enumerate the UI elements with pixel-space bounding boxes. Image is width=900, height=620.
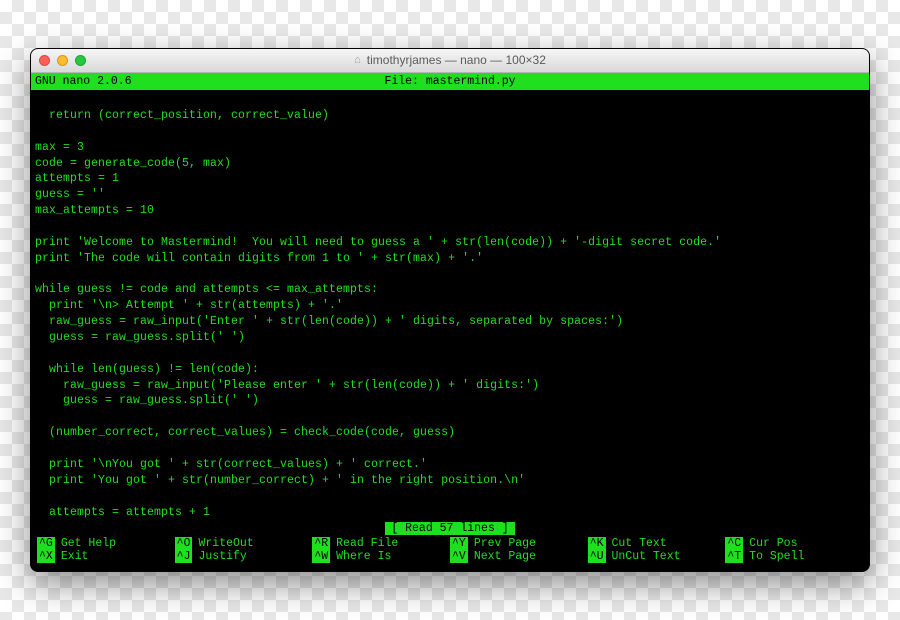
titlebar: ⌂ timothyrjames — nano — 100×32 [31,49,869,73]
nano-version: GNU nano 2.0.6 [35,74,312,90]
minimize-icon[interactable] [57,55,68,66]
shortcut-key: ^R [312,537,330,550]
shortcut-get-help[interactable]: ^G Get Help [37,537,175,550]
shortcut-exit[interactable]: ^X Exit [37,550,175,563]
shortcut-prev-page[interactable]: ^Y Prev Page [450,537,588,550]
shortcut-justify[interactable]: ^J Justify [175,550,313,563]
shortcut-bar: ^G Get Help ^O WriteOut ^R Read File ^Y … [31,535,869,571]
shortcut-key: ^G [37,537,55,550]
nano-header-right [588,74,865,90]
shortcut-to-spell[interactable]: ^T To Spell [725,550,863,563]
home-icon: ⌂ [354,54,361,66]
nano-file-label: File: mastermind.py [312,74,589,90]
status-badge: [ Read 57 lines ] [385,522,514,535]
shortcut-label: WriteOut [198,537,253,550]
shortcut-writeout[interactable]: ^O WriteOut [175,537,313,550]
terminal-body[interactable]: GNU nano 2.0.6 File: mastermind.py retur… [31,73,869,572]
status-row: [ Read 57 lines ] [31,522,869,535]
editor-content[interactable]: return (correct_position, correct_value)… [31,90,869,522]
shortcut-label: To Spell [749,550,804,563]
shortcut-label: Exit [61,550,89,563]
shortcut-label: Read File [336,537,398,550]
shortcut-key: ^W [312,550,330,563]
shortcut-label: Prev Page [474,537,536,550]
shortcut-label: Cur Pos [749,537,797,550]
shortcut-label: Where Is [336,550,391,563]
shortcut-row-1: ^G Get Help ^O WriteOut ^R Read File ^Y … [37,537,863,550]
shortcut-key: ^J [175,550,193,563]
shortcut-label: Next Page [474,550,536,563]
shortcut-cut-text[interactable]: ^K Cut Text [588,537,726,550]
shortcut-key: ^V [450,550,468,563]
shortcut-label: Get Help [61,537,116,550]
shortcut-key: ^T [725,550,743,563]
shortcut-where-is[interactable]: ^W Where Is [312,550,450,563]
nano-header: GNU nano 2.0.6 File: mastermind.py [31,73,869,91]
shortcut-key: ^Y [450,537,468,550]
shortcut-label: Justify [198,550,246,563]
window-title-text: timothyrjames — nano — 100×32 [367,53,546,67]
shortcut-uncut-text[interactable]: ^U UnCut Text [588,550,726,563]
shortcut-read-file[interactable]: ^R Read File [312,537,450,550]
shortcut-key: ^O [175,537,193,550]
shortcut-row-2: ^X Exit ^J Justify ^W Where Is ^V Next P… [37,550,863,563]
shortcut-label: Cut Text [612,537,667,550]
terminal-window: ⌂ timothyrjames — nano — 100×32 GNU nano… [30,48,870,573]
zoom-icon[interactable] [75,55,86,66]
close-icon[interactable] [39,55,50,66]
shortcut-key: ^K [588,537,606,550]
shortcut-key: ^U [588,550,606,563]
shortcut-key: ^C [725,537,743,550]
shortcut-label: UnCut Text [612,550,681,563]
shortcut-cur-pos[interactable]: ^C Cur Pos [725,537,863,550]
window-title: ⌂ timothyrjames — nano — 100×32 [31,53,869,67]
traffic-lights [39,55,86,66]
shortcut-next-page[interactable]: ^V Next Page [450,550,588,563]
shortcut-key: ^X [37,550,55,563]
